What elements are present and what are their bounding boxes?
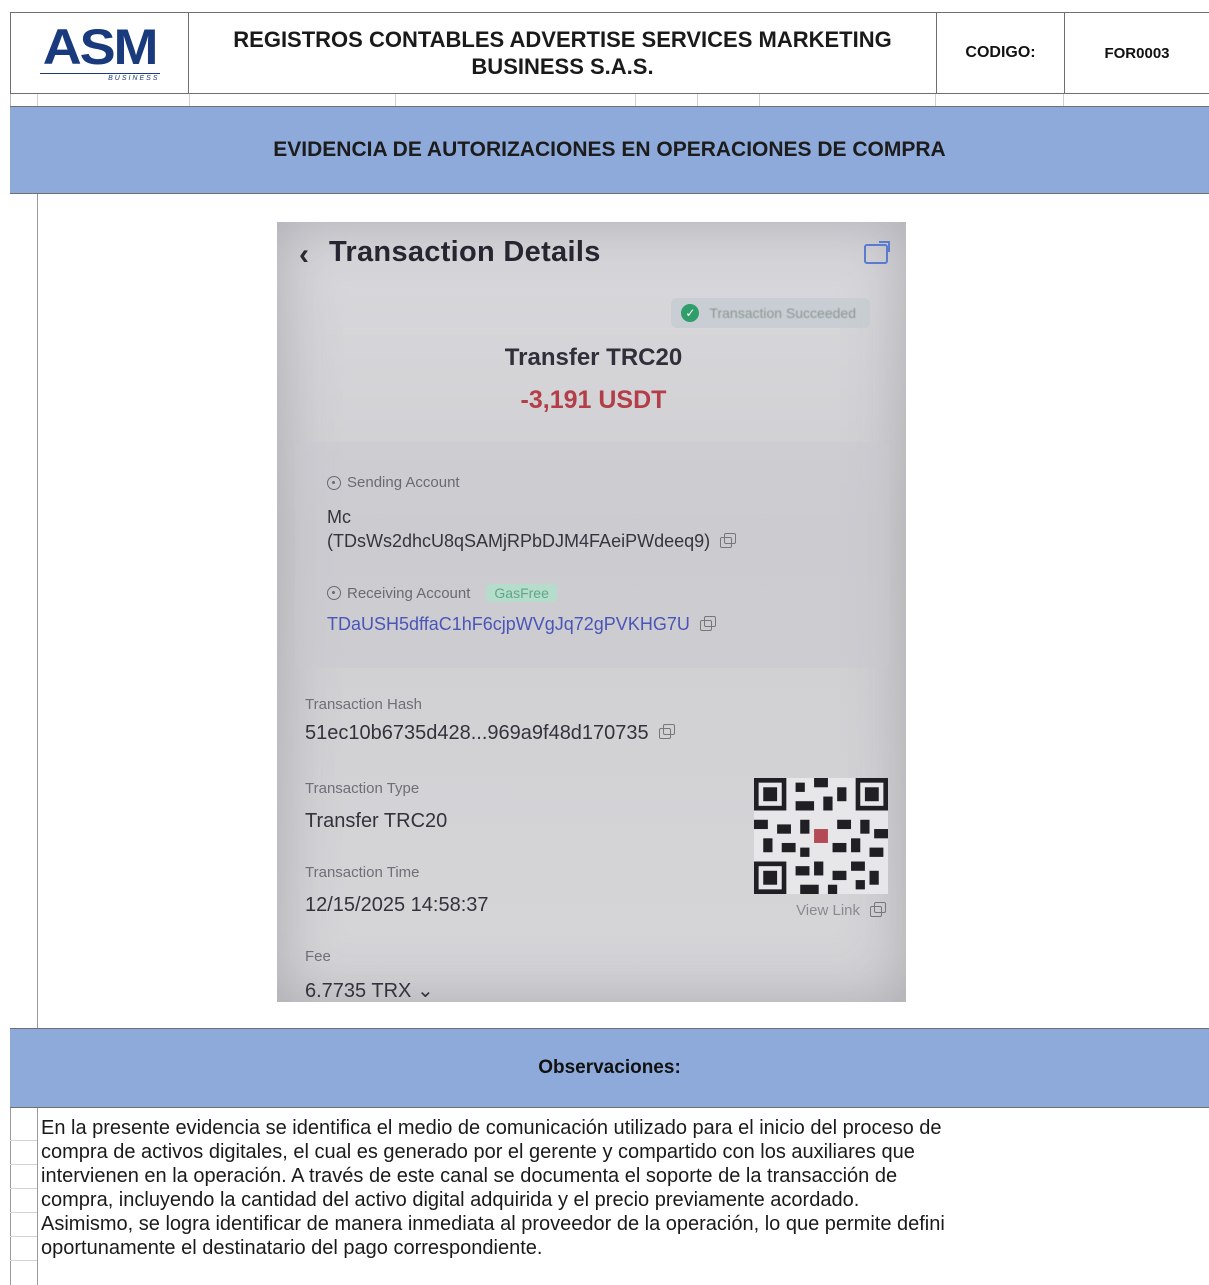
observations-text: En la presente evidencia se identifica e… [41,1117,945,1259]
time-label: Transaction Time [305,864,420,881]
chevron-down-icon[interactable]: ⌄ [417,980,434,1002]
info-icon [327,586,341,600]
copy-icon[interactable] [658,724,675,740]
copy-icon[interactable] [699,615,716,631]
observations-band: Observaciones: [10,1028,1209,1108]
grid-row-line [10,1212,37,1213]
code-value: FOR0003 [1104,44,1170,62]
sending-account-name: Mc [327,507,351,527]
copy-icon[interactable] [720,532,737,548]
hash-value: 51ec10b6735d428...969a9f48d170735 [305,722,675,745]
grid-row-line [10,1260,37,1261]
info-icon [327,475,341,490]
transfer-amount: -3,191 USDT [520,386,667,414]
type-label: Transaction Type [305,780,420,797]
copy-icon[interactable] [870,901,886,917]
sending-address-text: (TDsWs2dhcU8qSAMjRPbDJM4FAeiPWdeeq9) [327,531,711,551]
transaction-screenshot: ‹ Transaction Details ✓ Transaction Succ… [277,222,906,1002]
receiving-address-text[interactable]: TDaUSH5dffaC1hF6cjpWVgJq72gPVKHG7U [327,614,690,634]
transfer-type-summary: Transfer TRC20 [504,344,683,371]
code-label: CODIGO: [937,13,1065,93]
sending-account-address: (TDsWs2dhcU8qSAMjRPbDJM4FAeiPWdeeq9) [327,531,737,552]
time-value: 12/15/2025 14:58:37 [305,894,489,916]
left-border-line-lower [37,1108,38,1285]
document-header: ASM BUSINESS REGISTROS CONTABLES ADVERTI… [10,12,1209,94]
check-circle-icon: ✓ [681,304,700,322]
fee-text: 6.7735 TRX [305,980,412,1002]
edge-border-line [10,1108,11,1285]
observations-title: Observaciones: [538,1057,681,1078]
receiving-account-label: Receiving Account GasFree [327,584,557,602]
screen-title: Transaction Details [329,236,601,268]
fee-value[interactable]: 6.7735 TRX ⌄ [305,978,434,1002]
chevron-left-icon[interactable]: ‹ [299,238,309,272]
receiving-label-text: Receiving Account [347,584,471,602]
grid-row-line [10,1164,37,1165]
left-border-line [37,194,38,1028]
qr-code-icon[interactable] [754,778,888,894]
grid-row-line [10,1140,37,1141]
grid-row-line [10,1188,37,1189]
spreadsheet-grid-strip [10,94,1209,106]
logo-wordmark: ASM [42,19,159,75]
document-title: REGISTROS CONTABLES ADVERTISE SERVICES M… [189,13,937,93]
section-title-band: EVIDENCIA DE AUTORIZACIONES EN OPERACION… [10,106,1209,194]
view-link[interactable]: View Link [796,901,886,919]
receiving-account-address[interactable]: TDaUSH5dffaC1hF6cjpWVgJq72gPVKHG7U [327,614,716,635]
status-badge: ✓ Transaction Succeeded [671,298,870,328]
fee-label: Fee [305,948,331,965]
view-link-text[interactable]: View Link [796,902,860,919]
type-value: Transfer TRC20 [305,810,448,832]
section-title: EVIDENCIA DE AUTORIZACIONES EN OPERACION… [273,138,946,161]
gasfree-badge: GasFree [486,584,557,602]
status-text: Transaction Succeeded [709,305,856,321]
grid-row-line [10,1236,37,1237]
company-logo: ASM BUSINESS [11,13,189,93]
sending-label-text: Sending Account [347,474,460,491]
hash-label: Transaction Hash [305,696,422,713]
external-link-icon[interactable] [864,241,890,264]
hash-text: 51ec10b6735d428...969a9f48d170735 [305,722,649,744]
sending-account-label: Sending Account [327,474,460,491]
